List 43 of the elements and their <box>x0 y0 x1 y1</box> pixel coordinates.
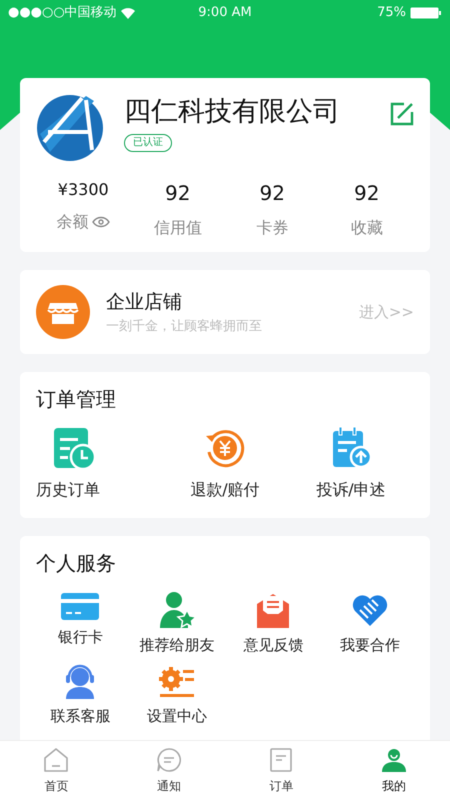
logo-icon <box>36 94 104 162</box>
storefront-icon <box>36 285 90 339</box>
stat-value: 92 <box>260 180 285 207</box>
store-subtitle: 一刻千金，让顾客蜂拥而至 <box>106 318 263 336</box>
section-title: 订单管理 <box>36 386 117 413</box>
bank-card-icon <box>60 590 100 622</box>
home-icon <box>43 746 70 772</box>
service-option[interactable]: 我要合作 <box>340 634 400 656</box>
stat-label: 卡券 <box>256 217 288 239</box>
tab-item[interactable]: 通知 <box>112 741 225 800</box>
wifi-icon <box>120 8 135 18</box>
section-title: 个人服务 <box>36 550 117 577</box>
stat-value: 92 <box>165 180 190 207</box>
document-icon <box>268 746 294 772</box>
store-card[interactable]: 企业店铺 一刻千金，让顾客蜂拥而至 进入>> <box>20 270 430 354</box>
verified-badge: 已认证 <box>124 134 172 152</box>
tab-item[interactable]: 我的 <box>338 741 450 800</box>
stat-label: 信用值 <box>154 217 202 239</box>
store-title: 企业店铺 <box>106 290 183 315</box>
stat-label: 余额 <box>56 211 88 233</box>
eye-icon[interactable] <box>92 216 110 228</box>
chat-bubble-icon <box>156 746 182 772</box>
stat-label: 收藏 <box>350 217 383 239</box>
edit-icon[interactable] <box>390 102 414 126</box>
service-option[interactable]: 意见反馈 <box>243 634 304 656</box>
stat-value: ¥3300 <box>58 179 109 201</box>
battery-icon <box>410 6 442 20</box>
order-option[interactable]: 投诉/申述 <box>316 478 386 502</box>
stat-value: 92 <box>354 180 380 207</box>
tab-item[interactable]: 订单 <box>225 741 338 800</box>
service-option[interactable]: 联系客服 <box>50 704 110 727</box>
clock-list-icon <box>52 426 96 470</box>
service-option[interactable]: 设置中心 <box>146 704 207 727</box>
carrier-text: ●●●○○中国移动 <box>8 4 117 22</box>
company-name: 四仁科技有限公司 <box>124 95 341 129</box>
order-option[interactable]: 退款/赔付 <box>190 478 260 502</box>
service-option[interactable]: 银行卡 <box>58 626 103 648</box>
service-option[interactable]: 推荐给朋友 <box>139 634 214 656</box>
order-option[interactable]: 历史订单 <box>36 478 100 502</box>
tab-item[interactable]: 首页 <box>0 741 112 800</box>
battery-percent: 75% <box>377 4 406 22</box>
person-smile-icon <box>380 746 407 772</box>
clock-text: 9:00 AM <box>198 4 252 22</box>
